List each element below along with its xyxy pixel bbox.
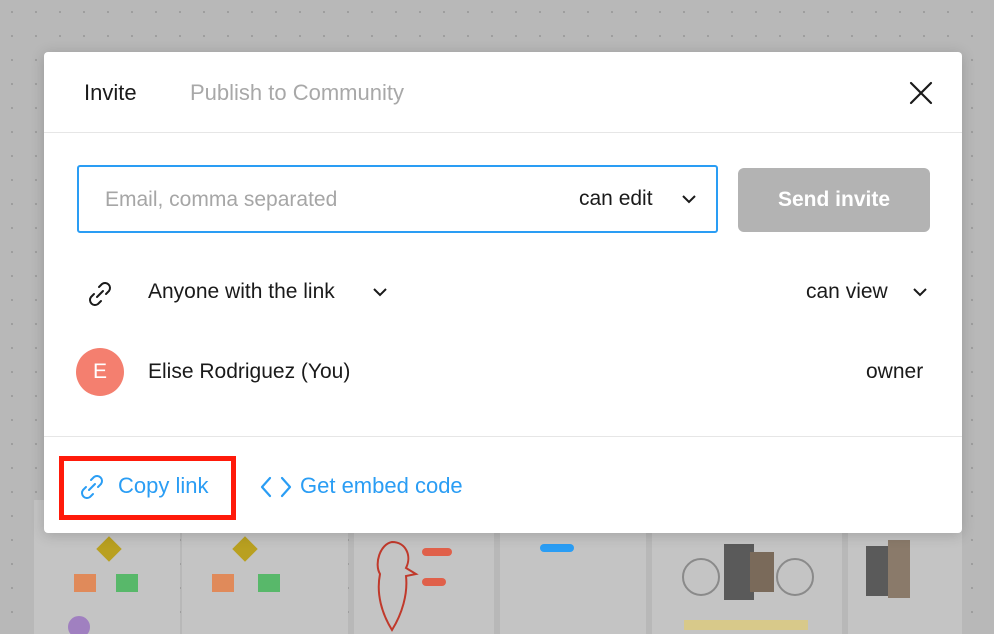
- dialog-header: Invite Publish to Community: [44, 52, 962, 133]
- member-row: E Elise Rodriguez (You) owner: [44, 342, 962, 402]
- link-role-label: can view: [806, 280, 888, 303]
- close-icon[interactable]: [906, 78, 936, 108]
- get-embed-code-button[interactable]: Get embed code: [300, 473, 463, 499]
- invite-permission-label: can edit: [579, 187, 653, 210]
- avatar: E: [76, 348, 124, 396]
- member-role: owner: [866, 360, 924, 383]
- send-invite-button[interactable]: Send invite: [738, 168, 930, 232]
- chevron-down-icon: [913, 288, 927, 297]
- tab-invite[interactable]: Invite: [84, 80, 137, 106]
- link-access-label: Anyone with the link: [148, 280, 335, 303]
- link-access-row: Anyone with the link can view: [44, 262, 962, 322]
- dialog-footer: Copy link Get embed code: [44, 436, 962, 534]
- member-name: Elise Rodriguez (You): [148, 360, 351, 383]
- code-brackets-icon[interactable]: [260, 475, 292, 499]
- email-invite-field: can edit: [77, 165, 718, 233]
- link-role-dropdown[interactable]: can view: [806, 280, 927, 304]
- chevron-down-icon: [682, 195, 696, 204]
- invite-permission-dropdown[interactable]: can edit: [579, 187, 696, 211]
- link-icon: [89, 282, 111, 306]
- copy-link-button[interactable]: Copy link: [118, 473, 208, 499]
- chevron-down-icon: [373, 288, 387, 297]
- link-icon[interactable]: [76, 471, 108, 503]
- tab-publish-to-community[interactable]: Publish to Community: [190, 80, 404, 106]
- email-input[interactable]: [103, 179, 537, 221]
- share-dialog: Invite Publish to Community can edit Sen…: [44, 52, 962, 533]
- link-access-dropdown[interactable]: Anyone with the link: [148, 280, 387, 304]
